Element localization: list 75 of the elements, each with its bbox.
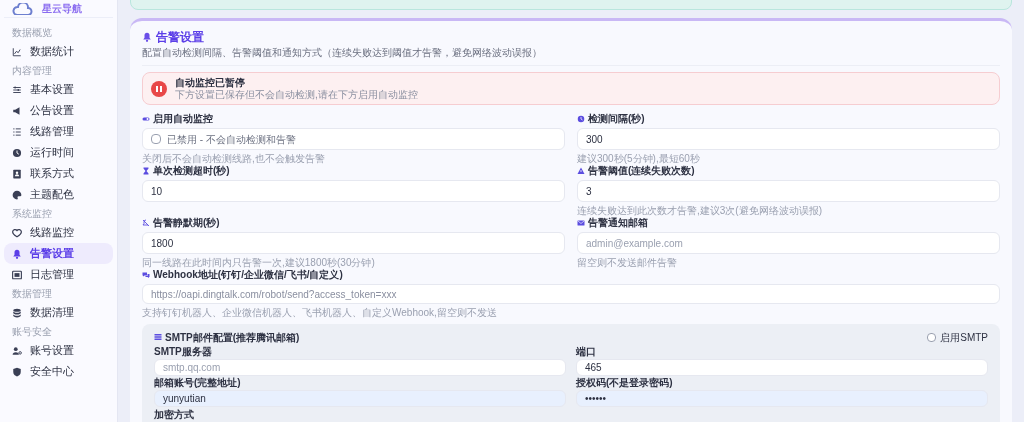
sidebar-item[interactable]: 数据清理: [4, 302, 113, 323]
sidebar-item[interactable]: 公告设置: [4, 100, 113, 121]
checkbox[interactable]: [151, 134, 161, 144]
sidebar-item[interactable]: 安全中心: [4, 361, 113, 382]
alert-title: 自动监控已暂停: [175, 76, 246, 88]
section-title: SMTP邮件配置(推荐腾讯邮箱): [165, 330, 300, 345]
card-title: 告警设置: [156, 29, 204, 45]
heart-icon: [12, 227, 22, 238]
monitor-icon: [12, 269, 22, 280]
megaphone-icon: [12, 105, 22, 116]
field-hint: 建议300秒(5分钟),最短60秒: [577, 153, 701, 164]
field-label: 端口: [576, 346, 597, 358]
pause-icon: [151, 80, 167, 97]
input-field[interactable]: 3: [577, 180, 1000, 202]
sidebar-group-title: 内容管理: [11, 65, 53, 77]
field-label: Webhook地址(钉钉/企业微信/飞书/自定义): [153, 269, 343, 281]
field-hint: 连续失败达到此次数才告警,建议3次(避免网络波动误报): [577, 205, 823, 216]
sidebar-group-title: 系统监控: [11, 208, 53, 220]
card-description: 配置自动检测间隔、告警阈值和通知方式（连续失败达到阈值才告警，避免网络波动误报）: [142, 46, 1000, 66]
sliders-icon: [12, 84, 22, 95]
input-field[interactable]: 10: [142, 180, 565, 202]
field-label: 启用自动监控: [153, 113, 213, 125]
sidebar-group-title: 数据管理: [11, 288, 53, 300]
envelope-icon: [577, 219, 585, 227]
chat-bubbles-icon: [142, 271, 150, 279]
field-label: 邮箱账号(完整地址): [154, 377, 242, 389]
field-label: SMTP服务器: [154, 346, 213, 358]
field-label: 授权码(不是登录密码): [576, 377, 674, 389]
field-hint: 留空则不发送邮件告警: [577, 257, 678, 268]
input-field[interactable]: 465: [576, 359, 988, 376]
sidebar-group-title: 账号安全: [11, 326, 53, 338]
field-label: 告警通知邮箱: [588, 217, 648, 229]
input-field[interactable]: ••••••: [576, 390, 988, 407]
bell-icon: [12, 248, 22, 259]
field-label: 告警静默期(秒): [153, 217, 220, 229]
sidebar-item[interactable]: 基本设置: [4, 79, 113, 100]
server-icon: [154, 333, 162, 341]
smtp-enable-checkbox[interactable]: 启用SMTP: [927, 329, 988, 345]
checkbox-label: 已禁用 - 不会自动检测和告警: [167, 132, 296, 147]
sidebar-item[interactable]: 联系方式: [4, 163, 113, 184]
field-hint: 关闭后不会自动检测线路,也不会触发告警: [142, 153, 326, 164]
field-hint: 支持钉钉机器人、企业微信机器人、飞书机器人、自定义Webhook,留空则不发送: [142, 307, 498, 318]
field-label: 告警阈值(连续失败次数): [588, 165, 695, 177]
database-icon: [12, 307, 22, 318]
cloud-logo-icon: [12, 2, 34, 15]
input-field[interactable]: 1800: [142, 232, 565, 254]
user-gear-icon: [12, 345, 22, 356]
enable-toggle[interactable]: 已禁用 - 不会自动检测和告警: [142, 128, 565, 150]
sidebar-item[interactable]: 线路监控: [4, 222, 113, 243]
list-icon: [12, 126, 22, 137]
sidebar-item[interactable]: 运行时间: [4, 142, 113, 163]
sidebar-group-title: 数据概览: [11, 27, 53, 39]
warning-icon: [577, 167, 585, 175]
palette-icon: [12, 189, 22, 200]
sidebar-item[interactable]: 告警设置: [4, 243, 113, 264]
alert-text: 下方设置已保存但不会自动检测,请在下方启用自动监控: [175, 88, 418, 101]
field-label: 单次检测超时(秒): [153, 165, 230, 177]
input-field[interactable]: yunyutian: [154, 390, 566, 407]
sidebar-item[interactable]: 数据统计: [4, 41, 113, 62]
input-field[interactable]: https://oapi.dingtalk.com/robot/send?access_token=xxx: [142, 284, 1000, 304]
input-field[interactable]: admin@example.com: [577, 232, 1000, 254]
line-chart-icon: [12, 46, 22, 57]
bell-icon: [142, 32, 152, 42]
hourglass-icon: [142, 167, 150, 175]
sidebar-item[interactable]: 主题配色: [4, 184, 113, 205]
sidebar-item[interactable]: 账号设置: [4, 340, 113, 361]
field-label: 加密方式: [154, 409, 195, 420]
input-field[interactable]: 300: [577, 128, 1000, 150]
sidebar-item[interactable]: 线路管理: [4, 121, 113, 142]
contact-card-icon: [12, 168, 22, 179]
sidebar-item[interactable]: 日志管理: [4, 264, 113, 285]
shield-icon: [12, 366, 22, 377]
input-field[interactable]: smtp.qq.com: [154, 359, 566, 376]
field-label: 检测间隔(秒): [588, 113, 645, 125]
logo-text: 星云导航: [42, 2, 82, 15]
